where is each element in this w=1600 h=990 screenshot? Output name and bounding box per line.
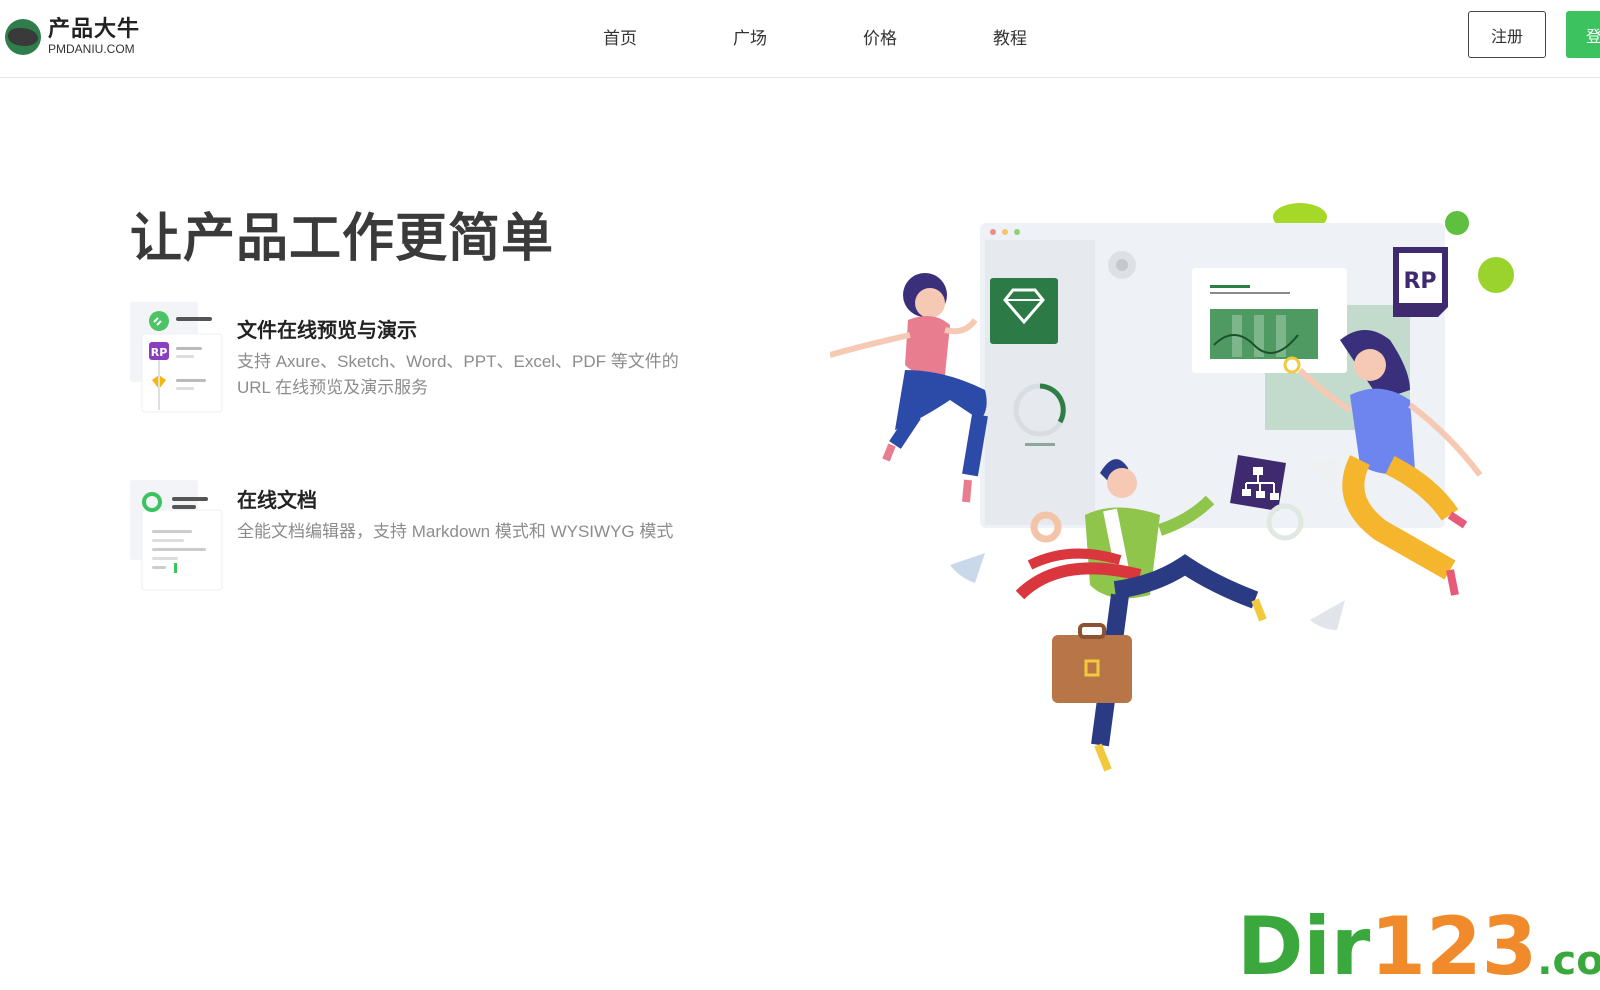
svg-text:RP: RP <box>151 346 168 359</box>
dir123-watermark: Dir123.com <box>1237 900 1600 990</box>
feature-description: 全能文档编辑器，支持 Markdown 模式和 WYSIWYG 模式 <box>237 522 674 541</box>
briefcase-icon <box>1052 635 1132 703</box>
feature-file-preview: RP 文件在线预览与演示 支持 Axure、Sketch、Word、PPT、Ex… <box>130 302 690 422</box>
watermark-com: .com <box>1537 938 1600 984</box>
online-doc-icon <box>130 480 223 591</box>
watermark-123: 123 <box>1370 900 1538 990</box>
feature-description: 支持 Axure、Sketch、Word、PPT、Excel、PDF 等文件的 … <box>237 352 679 397</box>
logo-domain: PMDANIU.COM <box>48 42 135 56</box>
site-logo[interactable]: 产品大牛 PMDANIU.COM <box>5 18 140 55</box>
logo-bull-icon <box>5 18 41 55</box>
logo-name: 产品大牛 <box>48 16 141 41</box>
sketch-icon <box>990 278 1058 344</box>
feature-title: 文件在线预览与演示 <box>237 320 417 342</box>
hero-illustration: RP <box>830 203 1514 772</box>
nav-item-square[interactable]: 广场 <box>733 24 863 49</box>
nav-item-pricing[interactable]: 价格 <box>863 24 993 49</box>
main-nav: 首页 广场 价格 教程 <box>603 24 1123 49</box>
top-header: 产品大牛 PMDANIU.COM 首页 广场 价格 教程 注册 登录 <box>0 0 1600 78</box>
login-button[interactable]: 登录 <box>1566 11 1600 58</box>
feature-title: 在线文档 <box>237 490 317 512</box>
register-button[interactable]: 注册 <box>1468 11 1546 58</box>
feature-online-doc: 在线文档 全能文档编辑器，支持 Markdown 模式和 WYSIWYG 模式 <box>130 480 690 600</box>
nav-item-tutorial[interactable]: 教程 <box>993 24 1123 49</box>
nav-item-home[interactable]: 首页 <box>603 24 733 49</box>
rp-badge-label: RP <box>1403 269 1436 294</box>
green-dot <box>1445 211 1469 235</box>
woman-left-figure <box>830 273 988 503</box>
watermark-dir: Dir <box>1237 900 1371 990</box>
file-preview-icon: RP <box>130 302 223 413</box>
green-dot <box>1478 257 1514 293</box>
hero-title: 让产品工作更简单 <box>130 210 555 268</box>
